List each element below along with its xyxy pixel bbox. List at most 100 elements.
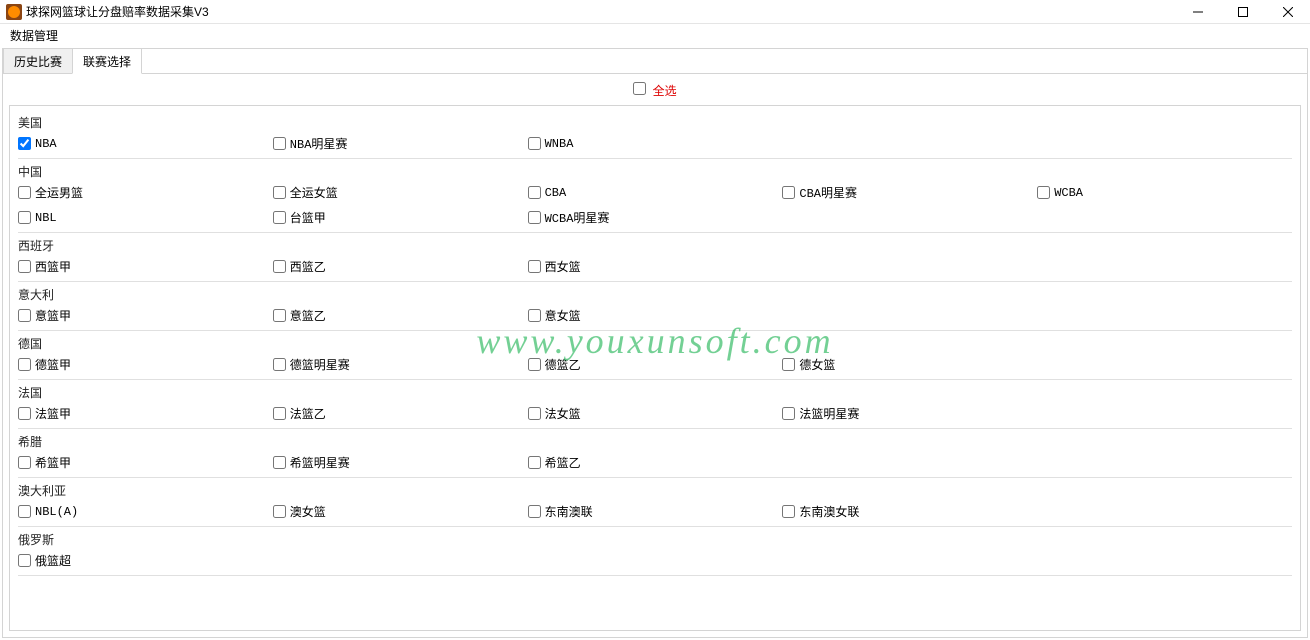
league-item[interactable]: 东南澳联 [528, 503, 783, 520]
league-checkbox[interactable] [782, 505, 795, 518]
league-item[interactable]: WNBA [528, 135, 783, 152]
league-checkbox[interactable] [18, 137, 31, 150]
league-label: 澳女篮 [290, 503, 326, 520]
league-item[interactable]: WCBA [1037, 184, 1292, 201]
league-checkbox[interactable] [528, 456, 541, 469]
league-checkbox[interactable] [528, 211, 541, 224]
league-item[interactable]: 法篮甲 [18, 405, 273, 422]
league-item[interactable]: 德篮甲 [18, 356, 273, 373]
league-checkbox[interactable] [18, 554, 31, 567]
league-item[interactable]: 西篮甲 [18, 258, 273, 275]
close-button[interactable] [1265, 0, 1310, 24]
groups-panel[interactable]: 美国NBANBA明星赛WNBA中国全运男篮全运女篮CBACBA明星赛WCBANB… [9, 105, 1301, 631]
league-item[interactable]: 台篮甲 [273, 209, 528, 226]
leagues-row: 德篮甲德篮明星赛德篮乙 德女篮 [18, 356, 1292, 373]
league-checkbox[interactable] [273, 407, 286, 420]
league-item[interactable]: 东南澳女联 [782, 503, 1037, 520]
league-label: 德女篮 [799, 356, 835, 373]
league-checkbox[interactable] [782, 407, 795, 420]
league-checkbox[interactable] [528, 407, 541, 420]
league-checkbox[interactable] [18, 186, 31, 199]
league-item[interactable]: NBL(A) [18, 503, 273, 520]
league-item[interactable]: 德篮乙 [528, 356, 783, 373]
league-item[interactable]: 全运男篮 [18, 184, 273, 201]
league-label: 希篮明星赛 [290, 454, 350, 471]
league-checkbox[interactable] [273, 186, 286, 199]
league-checkbox[interactable] [273, 456, 286, 469]
league-item[interactable]: 希篮明星赛 [273, 454, 528, 471]
league-item[interactable]: 希篮乙 [528, 454, 783, 471]
league-label: 台篮甲 [290, 209, 326, 226]
tab-content: 全选 美国NBANBA明星赛WNBA中国全运男篮全运女篮CBACBA明星赛WCB… [3, 73, 1307, 637]
select-all-checkbox-wrap[interactable]: 全选 [633, 84, 676, 98]
league-checkbox[interactable] [273, 211, 286, 224]
league-checkbox[interactable] [528, 358, 541, 371]
league-item[interactable]: 法篮明星赛 [782, 405, 1037, 422]
league-item[interactable]: NBL [18, 209, 273, 226]
league-item[interactable]: 德篮明星赛 [273, 356, 528, 373]
league-checkbox[interactable] [18, 407, 31, 420]
league-checkbox[interactable] [528, 260, 541, 273]
league-checkbox[interactable] [528, 137, 541, 150]
league-item[interactable]: NBA [18, 135, 273, 152]
league-item[interactable]: 希篮甲 [18, 454, 273, 471]
tab-league-select[interactable]: 联赛选择 [72, 48, 142, 74]
league-item[interactable]: 俄篮超 [18, 552, 273, 569]
league-item[interactable]: 意女篮 [528, 307, 783, 324]
group-name: 德国 [18, 335, 1292, 352]
group-name: 法国 [18, 384, 1292, 401]
league-checkbox[interactable] [273, 137, 286, 150]
league-item[interactable]: 澳女篮 [273, 503, 528, 520]
league-item[interactable]: 意篮乙 [273, 307, 528, 324]
league-item[interactable]: 法篮乙 [273, 405, 528, 422]
league-label: 德篮乙 [545, 356, 581, 373]
league-checkbox[interactable] [528, 186, 541, 199]
league-checkbox[interactable] [782, 358, 795, 371]
league-checkbox[interactable] [273, 260, 286, 273]
league-item[interactable]: 法女篮 [528, 405, 783, 422]
league-checkbox[interactable] [18, 358, 31, 371]
league-item[interactable]: CBA明星赛 [782, 184, 1037, 201]
menu-data-manage[interactable]: 数据管理 [4, 25, 64, 46]
league-checkbox[interactable] [18, 505, 31, 518]
leagues-row: 西篮甲 西篮乙西女篮 [18, 258, 1292, 275]
league-label: 西篮甲 [35, 258, 71, 275]
league-item[interactable]: 德女篮 [782, 356, 1037, 373]
group-name: 西班牙 [18, 237, 1292, 254]
league-item[interactable]: 西女篮 [528, 258, 783, 275]
league-checkbox[interactable] [18, 211, 31, 224]
league-checkbox[interactable] [273, 358, 286, 371]
league-item[interactable]: 西篮乙 [273, 258, 528, 275]
league-checkbox[interactable] [528, 505, 541, 518]
league-checkbox[interactable] [1037, 186, 1050, 199]
league-checkbox[interactable] [273, 309, 286, 322]
league-checkbox[interactable] [528, 309, 541, 322]
titlebar: 球探网篮球让分盘赔率数据采集V3 [0, 0, 1310, 24]
league-label: NBA [35, 137, 57, 151]
league-label: 东南澳女联 [799, 503, 859, 520]
league-checkbox[interactable] [18, 260, 31, 273]
maximize-button[interactable] [1220, 0, 1265, 24]
select-all-checkbox[interactable] [633, 82, 646, 95]
minimize-button[interactable] [1175, 0, 1220, 24]
league-checkbox[interactable] [782, 186, 795, 199]
league-group: 澳大利亚NBL(A)澳女篮东南澳联东南澳女联 [18, 478, 1292, 527]
league-checkbox[interactable] [18, 309, 31, 322]
leagues-row: NBA NBA明星赛 WNBA [18, 135, 1292, 152]
league-label: NBA明星赛 [290, 135, 348, 152]
league-label: 东南澳联 [545, 503, 593, 520]
league-label: 全运女篮 [290, 184, 338, 201]
window-controls [1175, 0, 1310, 24]
league-group: 德国德篮甲德篮明星赛德篮乙 德女篮 [18, 331, 1292, 380]
league-item[interactable]: 意篮甲 [18, 307, 273, 324]
league-checkbox[interactable] [18, 456, 31, 469]
league-item[interactable]: NBA明星赛 [273, 135, 528, 152]
league-label: 法女篮 [545, 405, 581, 422]
league-checkbox[interactable] [273, 505, 286, 518]
league-item[interactable]: CBA [528, 184, 783, 201]
league-label: WCBA [1054, 186, 1083, 200]
league-item[interactable]: WCBA明星赛 [528, 209, 783, 226]
tab-history[interactable]: 历史比赛 [3, 48, 73, 73]
leagues-row: 法篮甲法篮乙法女篮 法篮明星赛 [18, 405, 1292, 422]
league-item[interactable]: 全运女篮 [273, 184, 528, 201]
